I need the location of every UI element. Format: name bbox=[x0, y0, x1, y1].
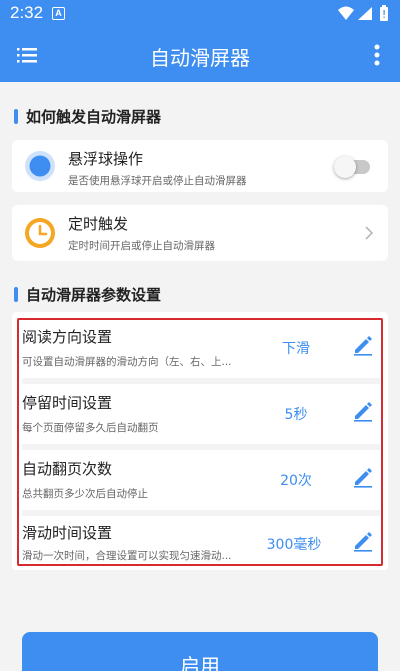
params-heading-text: 自动滑屏器参数设置 bbox=[26, 285, 162, 304]
toggle-knob bbox=[334, 156, 356, 178]
floating-ball-card[interactable]: 悬浮球操作 是否使用悬浮球开启或停止自动滑屏器 bbox=[12, 140, 388, 192]
notification-icon: A bbox=[52, 7, 65, 20]
wifi-icon bbox=[338, 6, 354, 20]
status-time: 2:32 bbox=[10, 3, 44, 22]
signal-icon bbox=[358, 7, 372, 20]
floating-ball-toggle[interactable] bbox=[334, 156, 370, 178]
status-bar: 2:32 A bbox=[0, 0, 400, 28]
timer-trigger-subtitle: 定时时间开启或停止自动滑屏器 bbox=[68, 240, 215, 252]
heading-accent-bar bbox=[14, 108, 18, 124]
system-icons bbox=[338, 5, 388, 21]
battery-icon bbox=[380, 5, 388, 21]
params-section-heading: 自动滑屏器参数设置 bbox=[14, 284, 161, 304]
timer-trigger-card[interactable]: 定时触发 定时时间开启或停止自动滑屏器 bbox=[12, 205, 388, 261]
trigger-section-heading: 如何触发自动滑屏器 bbox=[14, 106, 161, 126]
floating-ball-title: 悬浮球操作 bbox=[68, 150, 144, 168]
floating-ball-icon bbox=[25, 151, 55, 181]
page-title: 自动滑屏器 bbox=[150, 46, 250, 70]
more-options-icon[interactable] bbox=[368, 42, 386, 68]
enable-button[interactable]: 启用 bbox=[22, 632, 378, 671]
app-bar: 自动滑屏器 bbox=[0, 28, 400, 82]
heading-accent-bar bbox=[14, 286, 18, 302]
floating-ball-subtitle: 是否使用悬浮球开启或停止自动滑屏器 bbox=[68, 175, 247, 187]
timer-trigger-title: 定时触发 bbox=[68, 215, 129, 233]
highlight-box bbox=[17, 318, 383, 566]
trigger-heading-text: 如何触发自动滑屏器 bbox=[26, 107, 162, 126]
chevron-right-icon bbox=[365, 226, 374, 240]
timer-clock-icon bbox=[25, 218, 55, 248]
